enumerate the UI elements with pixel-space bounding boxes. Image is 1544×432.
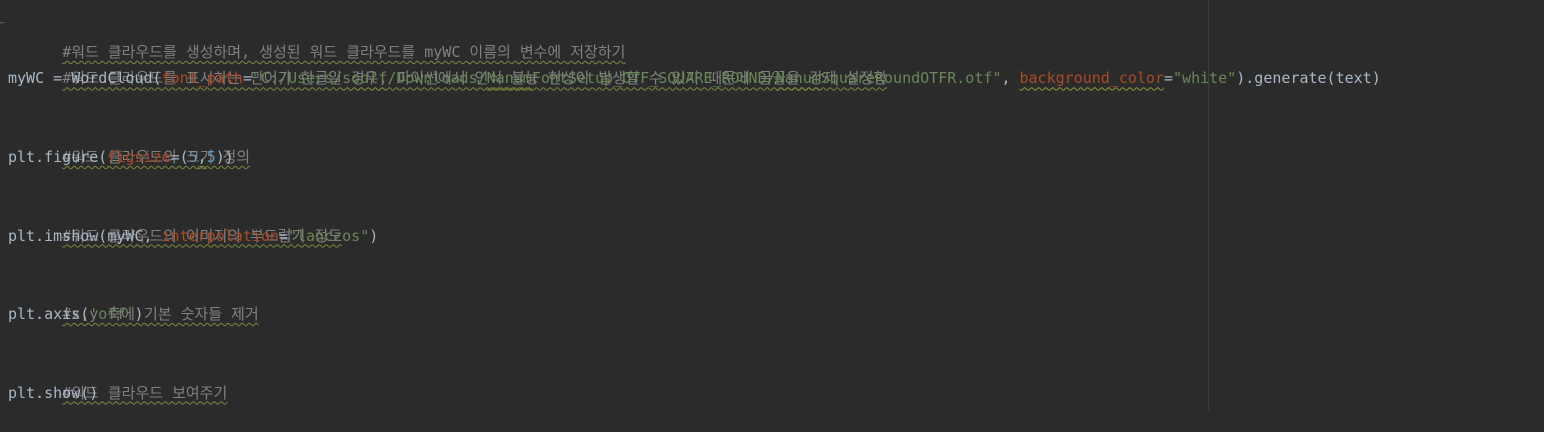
code-line-14[interactable]: #워드 클라우드 보여주기	[8, 353, 1381, 402]
code-line-1[interactable]: #워드 클라우드를 생성하며, 생성된 워드 클라우드를 myWC 이름의 변수…	[8, 13, 1381, 61]
code-operator: =	[278, 226, 288, 245]
code-text: ,	[197, 147, 207, 166]
code-line-10[interactable]	[8, 249, 1381, 275]
string-literal: "C:/Users/	[251, 69, 343, 88]
code-text: ).generate(text)	[1236, 69, 1381, 88]
string-literal-typo: Nanum	[486, 69, 532, 88]
code-editor[interactable]: ⌐ #워드 클라우드를 생성하며, 생성된 워드 클라우드를 myWC 이름의 …	[0, 0, 1544, 411]
keyword-argument: font_path	[161, 69, 243, 88]
keyword-argument: figsize	[107, 147, 171, 166]
code-area[interactable]: #워드 클라우드를 생성하며, 생성된 워드 클라우드를 myWC 이름의 변수…	[8, 13, 1381, 406]
string-literal: FontSetup_OTF_SQUARE_ROUND/	[531, 69, 776, 88]
string-literal-typo: sodlf	[342, 69, 388, 88]
code-text: ))	[215, 147, 234, 166]
string-literal-typo: Nanum	[775, 69, 821, 88]
fold-marker-icon[interactable]: ⌐	[0, 19, 6, 29]
string-literal: SquareRoundOTFR.otf"	[820, 69, 1002, 88]
string-literal: "lanczos"	[287, 226, 370, 245]
string-literal: /Downloads/	[387, 69, 487, 88]
comment-text: #워드 클라우드를 생성하며, 생성된 워드 클라우드를 myWC 이름의 변수…	[62, 43, 626, 62]
code-line-7[interactable]	[8, 170, 1381, 196]
number-literal: 5	[188, 147, 198, 166]
code-line-3[interactable]: myWC = WordCloud(font_path="C:/Users/sod…	[8, 65, 1381, 91]
code-text: plt.axis(	[8, 305, 90, 324]
code-line-5[interactable]: #워드 클라우드의 크기 정의	[8, 118, 1381, 166]
code-line-4[interactable]	[8, 92, 1381, 118]
code-text: plt.show()	[8, 383, 99, 402]
code-line-11[interactable]: #x,y 축에 기본 숫자들 제거	[8, 275, 1381, 323]
code-line-8[interactable]: #워드 클라우드의 이미지의 부드럽기 정도	[8, 196, 1381, 245]
code-operator: =(	[170, 147, 189, 166]
code-line-13[interactable]	[8, 327, 1381, 353]
string-literal: 'off'	[89, 305, 135, 324]
code-operator: =	[242, 69, 252, 88]
keyword-argument: interpolation	[161, 226, 279, 245]
code-text: )	[369, 226, 379, 245]
code-text: plt.figure(	[8, 147, 108, 166]
code-text: ,	[1001, 69, 1020, 88]
string-literal: "white"	[1173, 69, 1237, 88]
code-text: plt.imshow(myWC,	[8, 226, 162, 245]
code-operator: =	[1164, 69, 1174, 88]
keyword-argument: background_color	[1019, 69, 1165, 88]
number-literal: 5	[206, 147, 216, 166]
code-line-6[interactable]: plt.figure(figsize=(5,5))	[8, 144, 1381, 170]
code-text: )	[134, 305, 144, 324]
code-line-9[interactable]: plt.imshow(myWC, interpolation="lanczos"…	[8, 223, 1381, 249]
code-text: myWC = WordCloud(	[8, 69, 162, 88]
